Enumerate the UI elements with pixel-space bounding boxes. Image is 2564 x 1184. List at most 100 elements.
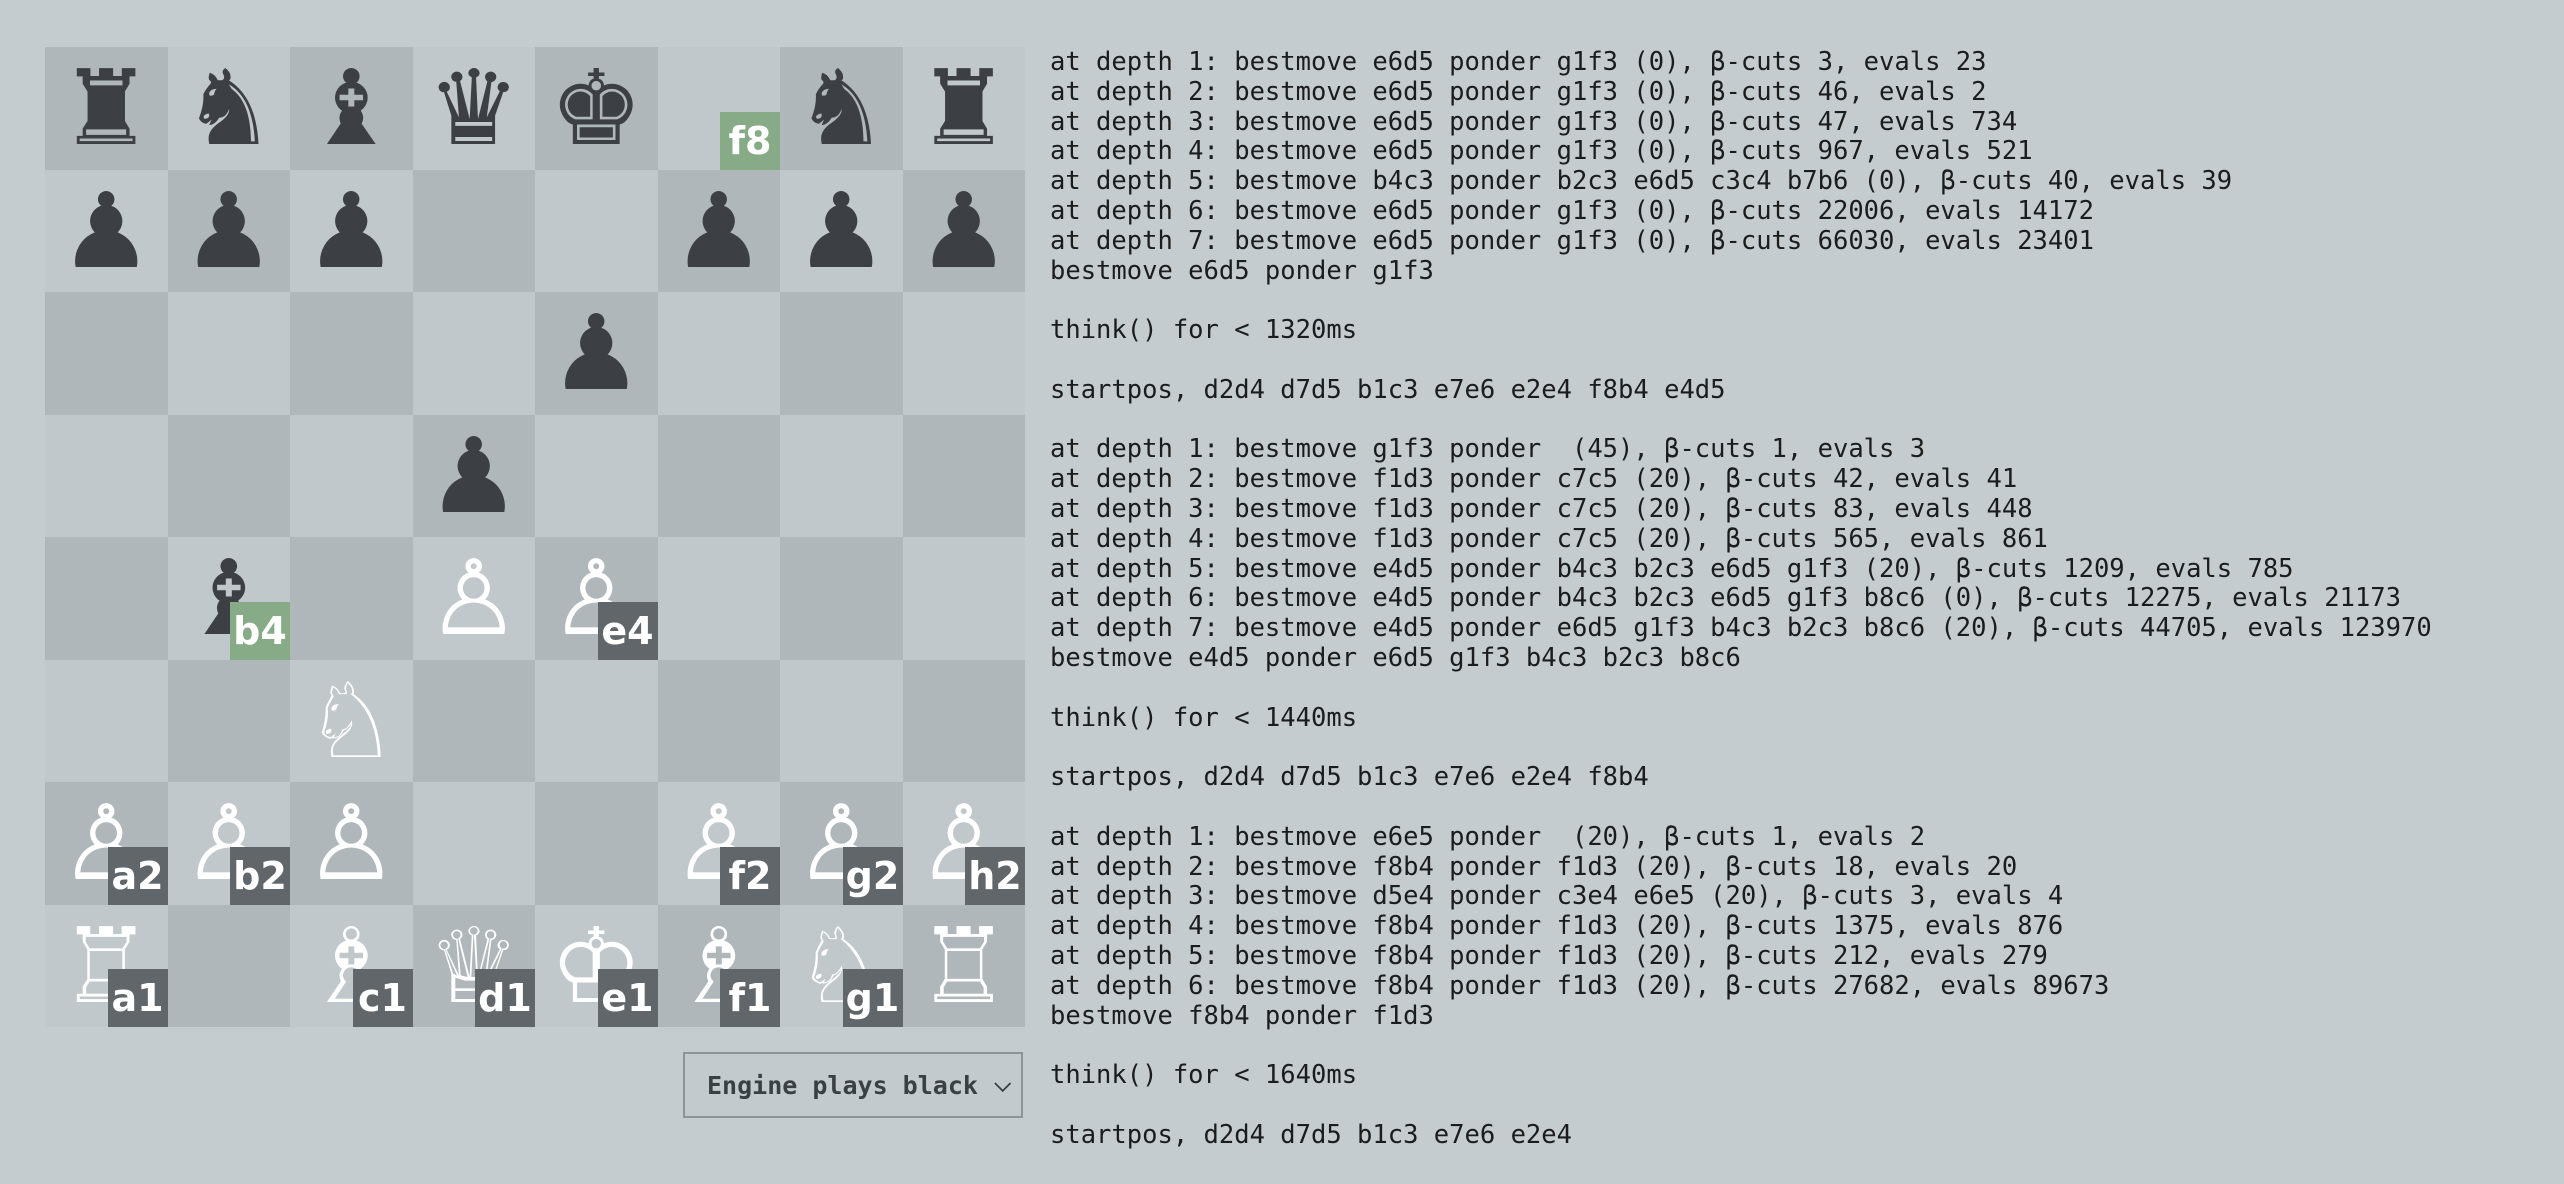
square-a3[interactable]: [45, 659, 168, 782]
chess-piece-icon[interactable]: ♟: [780, 170, 903, 293]
square-d8[interactable]: ♛: [412, 47, 536, 170]
chess-piece-icon[interactable]: ♜: [45, 47, 168, 170]
chess-piece-icon[interactable]: ♟: [903, 170, 1026, 293]
chess-piece-icon[interactable]: ♟: [45, 170, 168, 293]
square-b1[interactable]: [167, 904, 290, 1027]
square-g8[interactable]: ♞: [780, 47, 903, 170]
square-h7[interactable]: ♟: [902, 169, 1026, 293]
square-g3[interactable]: [780, 659, 903, 782]
square-f1[interactable]: ♗ f1: [657, 904, 780, 1027]
chess-piece-icon[interactable]: ♚: [535, 47, 658, 170]
square-e3[interactable]: [535, 659, 658, 782]
square-d4[interactable]: ♙: [412, 537, 536, 660]
square-a4[interactable]: [45, 537, 168, 660]
square-h1[interactable]: ♖: [902, 904, 1026, 1028]
square-c5[interactable]: [290, 414, 413, 537]
square-f6[interactable]: [657, 292, 780, 415]
square-h4[interactable]: [902, 537, 1025, 660]
chess-piece-icon[interactable]: ♙: [290, 782, 413, 905]
square-d7[interactable]: [412, 169, 535, 292]
square-c4[interactable]: [290, 537, 413, 660]
log-line: at depth 3: bestmove f1d3 ponder c7c5 (2…: [1050, 493, 2033, 524]
square-f3[interactable]: [657, 659, 780, 782]
square-c7[interactable]: ♟: [290, 169, 413, 293]
square-g4[interactable]: [780, 537, 903, 660]
square-c3[interactable]: ♘: [290, 659, 413, 783]
square-a7[interactable]: ♟: [45, 169, 168, 293]
square-a2[interactable]: ♙ a2: [45, 782, 168, 905]
square-d6[interactable]: [412, 292, 535, 415]
square-label: e4: [597, 601, 658, 660]
chess-piece-icon[interactable]: ♞: [168, 47, 291, 170]
square-f4[interactable]: [657, 537, 780, 660]
chess-piece-icon[interactable]: ♟: [658, 170, 781, 293]
chess-piece-icon[interactable]: ♛: [413, 47, 536, 170]
chess-board[interactable]: ♜ ♞ ♝ ♛ ♚ f8 ♞ ♜ ♟ ♟ ♟ ♟ ♟ ♟ ♟ ♟ ♝ b4 ♙ ♙ e4 ♘ ♙ a2 ♙ b2 ♙ ♙ f2 ♙ g2 ♙ h…: [45, 47, 1025, 1027]
square-e1[interactable]: ♔ e1: [535, 904, 658, 1027]
square-label: b2: [230, 846, 290, 905]
square-a6[interactable]: [45, 292, 168, 415]
square-label: e1: [597, 969, 658, 1027]
square-d2[interactable]: [412, 782, 535, 905]
log-line: at depth 1: bestmove e6d5 ponder g1f3 (0…: [1050, 47, 1987, 77]
square-h3[interactable]: [902, 659, 1025, 782]
chess-piece-icon[interactable]: ♟: [168, 170, 291, 293]
square-h5[interactable]: [902, 414, 1025, 537]
engine-side-select[interactable]: Engine plays black ⌵: [683, 1052, 1023, 1118]
square-e4[interactable]: ♙ e4: [535, 537, 658, 660]
square-b6[interactable]: [167, 292, 290, 415]
square-g5[interactable]: [780, 414, 903, 537]
log-line: at depth 2: bestmove f1d3 ponder c7c5 (2…: [1050, 464, 2018, 495]
square-d5[interactable]: ♟: [412, 414, 536, 538]
square-c6[interactable]: [290, 292, 413, 415]
square-a1[interactable]: ♖ a1: [45, 904, 168, 1027]
square-b2[interactable]: ♙ b2: [167, 782, 290, 905]
square-c8[interactable]: ♝: [290, 47, 413, 170]
square-b7[interactable]: ♟: [167, 169, 291, 293]
square-f2[interactable]: ♙ f2: [657, 782, 780, 905]
log-line: at depth 7: bestmove e4d5 ponder e6d5 g1…: [1050, 613, 2432, 644]
square-e6[interactable]: ♟: [535, 292, 658, 415]
chess-piece-icon[interactable]: ♙: [413, 537, 536, 660]
square-b4[interactable]: ♝ b4: [167, 537, 290, 660]
square-e7[interactable]: [535, 169, 658, 292]
log-line: bestmove e4d5 ponder e6d5 g1f3 b4c3 b2c3…: [1050, 642, 1741, 673]
square-e8[interactable]: ♚: [535, 47, 658, 170]
chess-piece-icon[interactable]: ♘: [290, 660, 413, 783]
square-d1[interactable]: ♕ d1: [412, 904, 535, 1027]
chess-piece-icon[interactable]: ♜: [903, 47, 1026, 170]
square-g6[interactable]: [780, 292, 903, 415]
chess-piece-icon[interactable]: ♟: [413, 415, 536, 538]
square-f7[interactable]: ♟: [657, 169, 781, 293]
square-f8[interactable]: f8: [657, 47, 780, 170]
square-c1[interactable]: ♗ c1: [290, 904, 413, 1027]
square-h6[interactable]: [902, 292, 1025, 415]
chess-piece-icon[interactable]: ♞: [780, 47, 903, 170]
square-f5[interactable]: [657, 414, 780, 537]
square-label: d1: [475, 969, 535, 1027]
chess-piece-icon[interactable]: ♖: [903, 905, 1026, 1028]
square-b5[interactable]: [167, 414, 290, 537]
square-g7[interactable]: ♟: [780, 169, 903, 293]
log-line: at depth 5: bestmove f8b4 ponder f1d3 (2…: [1050, 940, 2048, 971]
square-d3[interactable]: [412, 659, 535, 782]
chess-piece-icon[interactable]: ♝: [290, 47, 413, 170]
log-line: at depth 4: bestmove f8b4 ponder f1d3 (2…: [1050, 911, 2064, 942]
square-b8[interactable]: ♞: [167, 47, 291, 170]
square-h2[interactable]: ♙ h2: [902, 782, 1025, 905]
log-line: at depth 7: bestmove e6d5 ponder g1f3 (0…: [1050, 225, 2094, 256]
chess-piece-icon[interactable]: ♟: [535, 292, 658, 415]
square-g1[interactable]: ♘ g1: [780, 904, 903, 1027]
square-g2[interactable]: ♙ g2: [780, 782, 903, 905]
square-e2[interactable]: [535, 782, 658, 905]
square-e5[interactable]: [535, 414, 658, 537]
square-b3[interactable]: [167, 659, 290, 782]
square-c2[interactable]: ♙: [290, 782, 413, 905]
square-a5[interactable]: [45, 414, 168, 537]
square-a8[interactable]: ♜: [45, 47, 168, 170]
square-h8[interactable]: ♜: [902, 47, 1026, 170]
chess-piece-icon[interactable]: ♟: [290, 170, 413, 293]
